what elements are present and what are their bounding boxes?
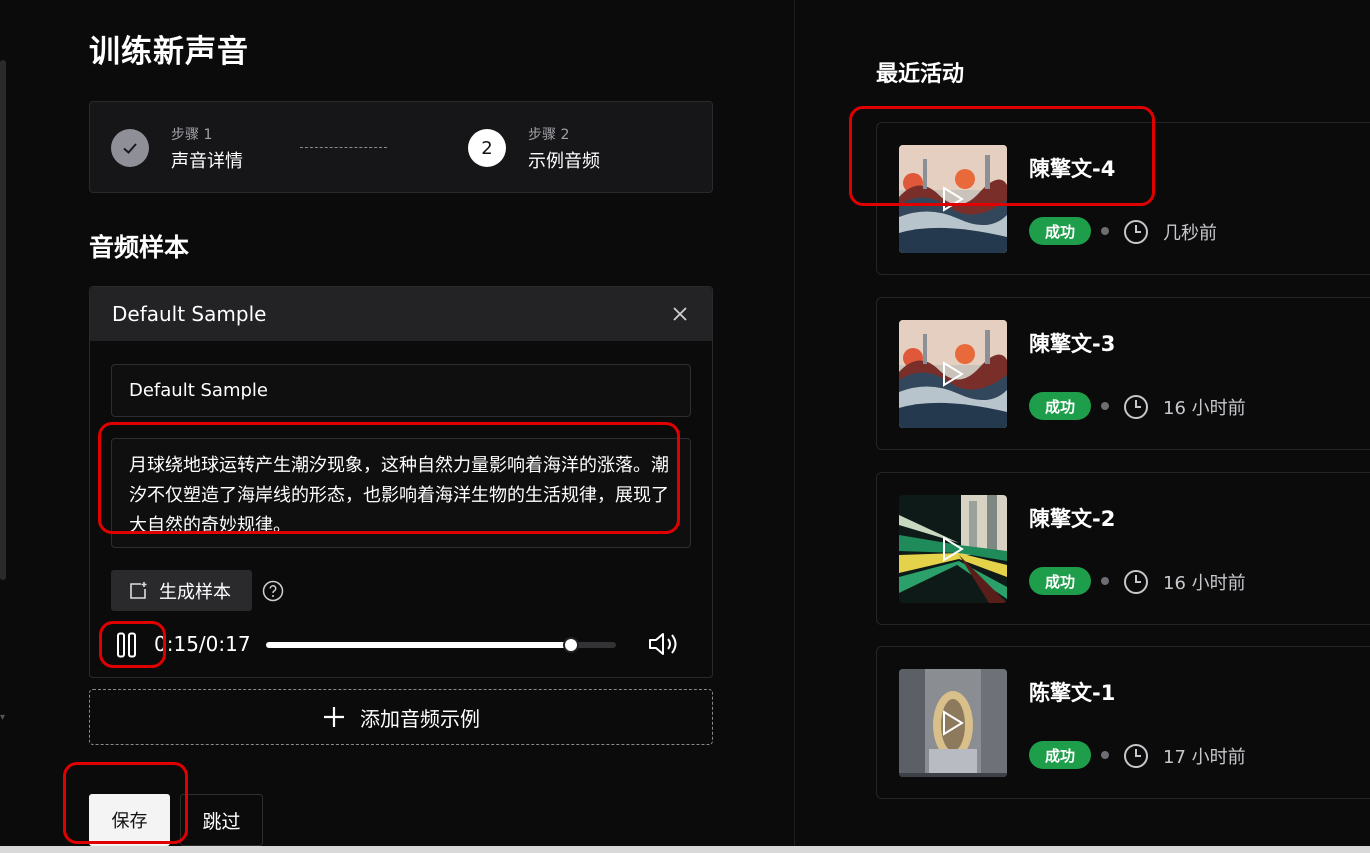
playback-progress[interactable] xyxy=(266,637,616,653)
generate-sample-label: 生成样本 xyxy=(159,581,231,603)
play-icon xyxy=(943,536,964,562)
add-audio-example-button[interactable]: 添加音频示例 xyxy=(89,689,713,745)
plus-icon xyxy=(324,707,344,727)
clock-icon xyxy=(1124,220,1148,244)
step2-name: 示例音频 xyxy=(528,151,600,172)
step1-name: 声音详情 xyxy=(171,151,243,172)
stepper: 步骤 1 声音详情 2 步骤 2 示例音频 xyxy=(89,101,713,193)
recent-activity-title: 最近活动 xyxy=(876,62,965,87)
clock-icon xyxy=(1124,395,1148,419)
column-divider xyxy=(794,0,795,853)
page-title: 训练新声音 xyxy=(89,34,249,70)
add-example-label: 添加音频示例 xyxy=(360,706,480,731)
annotation-highlight-latest-voice xyxy=(849,106,1155,206)
activity-name: 陳擎文-3 xyxy=(1029,332,1116,356)
thumbnail-abstract-landscape[interactable] xyxy=(899,320,1007,428)
clock-icon xyxy=(1124,570,1148,594)
generate-sample-button[interactable]: 生成样本 xyxy=(111,570,252,611)
status-badge: 成功 xyxy=(1029,567,1091,595)
step-connector xyxy=(300,147,387,148)
progress-thumb[interactable] xyxy=(562,637,579,653)
close-icon[interactable] xyxy=(670,304,690,324)
activity-time: 16 小时前 xyxy=(1163,398,1246,419)
play-icon xyxy=(943,361,964,387)
sample-header: Default Sample xyxy=(90,287,712,341)
annotation-highlight-save xyxy=(63,762,188,844)
separator-dot xyxy=(1101,751,1109,759)
thumbnail-light-streaks[interactable] xyxy=(899,495,1007,603)
help-icon[interactable] xyxy=(262,580,284,602)
step1-check-icon xyxy=(111,129,149,167)
bottom-edge xyxy=(0,846,1370,853)
activity-card[interactable]: 陳擎文-2 成功 16 小时前 xyxy=(876,472,1370,625)
activity-name: 陳擎文-2 xyxy=(1029,507,1116,531)
thumbnail-architecture[interactable] xyxy=(899,669,1007,777)
activity-time: 16 小时前 xyxy=(1163,573,1246,594)
annotation-highlight-pause xyxy=(99,621,166,668)
playback-time: 0:15/0:17 xyxy=(154,632,251,656)
status-badge: 成功 xyxy=(1029,217,1091,245)
audio-section-title: 音频样本 xyxy=(89,233,190,262)
skip-button[interactable]: 跳过 xyxy=(180,794,263,846)
volume-icon[interactable] xyxy=(648,631,682,657)
activity-card[interactable]: 陈擎文-1 成功 17 小时前 xyxy=(876,646,1370,799)
left-edge-arrow-icon: ▾ xyxy=(0,712,6,723)
separator-dot xyxy=(1101,577,1109,585)
separator-dot xyxy=(1101,402,1109,410)
activity-card[interactable]: 陳擎文-3 成功 16 小时前 xyxy=(876,297,1370,450)
sample-name-input[interactable]: Default Sample xyxy=(111,364,691,417)
progress-fill xyxy=(266,642,571,648)
step2-caption: 步骤 2 xyxy=(528,127,570,143)
status-badge: 成功 xyxy=(1029,741,1091,769)
activity-time: 几秒前 xyxy=(1163,223,1217,244)
separator-dot xyxy=(1101,227,1109,235)
step2-number: 2 xyxy=(468,129,506,167)
activity-time: 17 小时前 xyxy=(1163,747,1246,768)
left-scroll-edge xyxy=(0,60,6,580)
sample-header-title: Default Sample xyxy=(112,302,267,326)
clock-icon xyxy=(1124,744,1148,768)
annotation-highlight-sample-text xyxy=(98,422,680,534)
activity-name: 陈擎文-1 xyxy=(1029,681,1116,705)
generate-icon xyxy=(130,581,147,599)
status-badge: 成功 xyxy=(1029,392,1091,420)
step1-caption: 步骤 1 xyxy=(171,127,213,143)
play-icon xyxy=(943,710,964,736)
